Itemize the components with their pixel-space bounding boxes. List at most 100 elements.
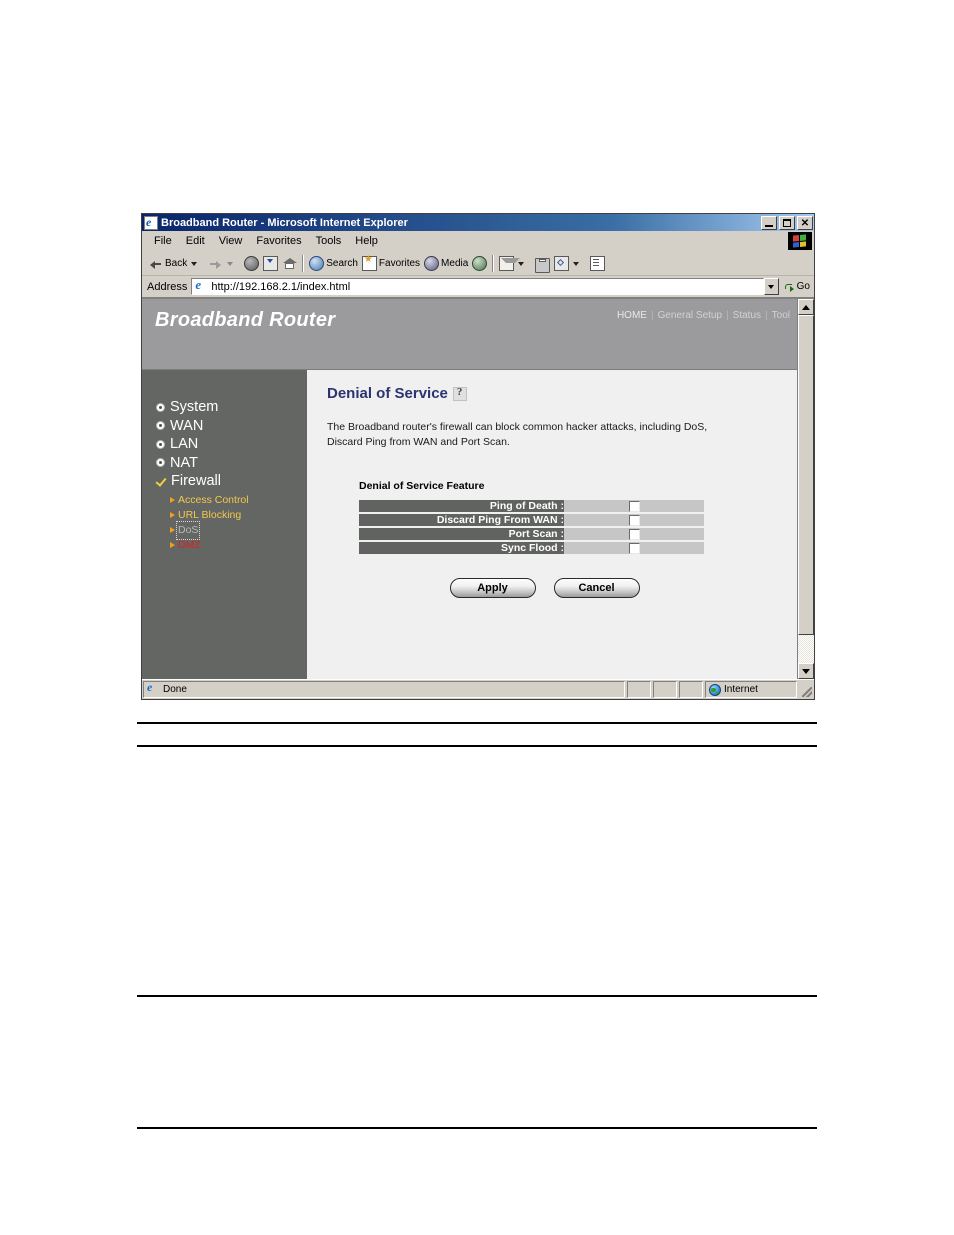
page-favicon-icon xyxy=(194,279,209,294)
checkbox-sync-flood[interactable] xyxy=(628,542,640,554)
scrollbar-thumb[interactable] xyxy=(798,315,814,636)
apply-button[interactable]: Apply xyxy=(449,578,536,598)
page-title-row: Denial of Service xyxy=(327,385,797,402)
triangle-bullet-icon xyxy=(170,542,175,548)
forward-arrow-icon xyxy=(208,256,223,271)
triangle-bullet-icon xyxy=(170,497,175,503)
media-label: Media xyxy=(441,258,469,269)
stop-button[interactable] xyxy=(242,254,261,274)
action-buttons: Apply Cancel xyxy=(327,578,797,598)
scrollbar-track[interactable] xyxy=(798,315,814,663)
router-body: System WAN LAN NAT Firewall Access Contr… xyxy=(142,370,797,679)
sidebar-subitem-dos[interactable]: DoS xyxy=(170,520,307,540)
checkbox-ping-of-death[interactable] xyxy=(628,500,640,512)
sidebar-item-wan[interactable]: WAN xyxy=(156,417,307,436)
nav-link-tool[interactable]: Tool xyxy=(772,310,790,321)
back-dropdown-caret-icon[interactable] xyxy=(189,256,204,271)
status-message-panel: Done xyxy=(143,681,625,698)
menu-item-view[interactable]: View xyxy=(212,234,250,248)
cancel-button[interactable]: Cancel xyxy=(553,578,640,598)
sidebar-subitem-url-blocking[interactable]: URL Blocking xyxy=(170,508,307,523)
status-panel-2 xyxy=(653,681,677,698)
nav-link-status[interactable]: Status xyxy=(733,310,761,321)
scroll-down-arrow-icon[interactable] xyxy=(798,663,814,679)
internet-explorer-icon xyxy=(144,215,158,230)
sidebar-subitem-access-control[interactable]: Access Control xyxy=(170,493,307,508)
history-icon xyxy=(472,256,488,271)
menu-item-help[interactable]: Help xyxy=(348,234,385,248)
go-button[interactable]: Go xyxy=(782,281,812,293)
refresh-button[interactable] xyxy=(261,254,280,274)
dos-feature-table: Ping of Death : Discard Ping From WAN : xyxy=(359,498,704,556)
security-zone-panel: Internet xyxy=(705,681,797,698)
history-button[interactable] xyxy=(470,254,489,274)
address-dropdown-button[interactable] xyxy=(763,278,779,295)
scroll-up-arrow-icon[interactable] xyxy=(798,299,814,315)
mail-button[interactable] xyxy=(497,254,533,274)
nav-link-home[interactable]: HOME xyxy=(617,310,647,321)
question-mark-icon[interactable] xyxy=(452,386,467,401)
discuss-button[interactable] xyxy=(588,254,607,274)
menu-item-favorites[interactable]: Favorites xyxy=(249,234,308,248)
section-label: Denial of Service Feature xyxy=(359,480,485,492)
window-controls: ✕ xyxy=(761,215,813,230)
check-icon xyxy=(156,476,166,486)
table-row: Discard Ping From WAN : xyxy=(359,514,704,526)
favorites-label: Favorites xyxy=(378,258,421,269)
mail-dropdown-caret-icon[interactable] xyxy=(516,256,531,271)
row-value-sync-flood xyxy=(564,542,704,554)
forward-dropdown-caret-icon[interactable] xyxy=(225,256,240,271)
refresh-icon xyxy=(263,256,279,271)
status-message: Done xyxy=(163,684,187,695)
router-top-nav: HOME | General Setup | Status | Tool xyxy=(617,310,790,321)
menu-item-edit[interactable]: Edit xyxy=(179,234,212,248)
close-button[interactable]: ✕ xyxy=(797,215,813,230)
sidebar-item-lan[interactable]: LAN xyxy=(156,435,307,454)
bullet-dot-icon xyxy=(156,458,165,468)
globe-icon xyxy=(709,683,721,696)
sidebar-item-system[interactable]: System xyxy=(156,398,307,417)
address-input[interactable]: http://192.168.2.1/index.html xyxy=(191,278,764,295)
vertical-scrollbar[interactable] xyxy=(797,299,814,679)
row-label-ping-of-death: Ping of Death : xyxy=(359,500,564,512)
print-button[interactable] xyxy=(533,254,552,274)
close-icon: ✕ xyxy=(800,217,810,229)
search-button[interactable]: Search xyxy=(307,254,360,274)
row-value-ping-of-death xyxy=(564,500,704,512)
edit-button[interactable] xyxy=(552,254,588,274)
edit-dropdown-caret-icon[interactable] xyxy=(571,256,586,271)
checkbox-port-scan[interactable] xyxy=(628,528,640,540)
menu-item-file[interactable]: File xyxy=(147,234,179,248)
checkbox-discard-ping-from-wan[interactable] xyxy=(628,514,640,526)
back-button[interactable]: Back xyxy=(146,254,206,274)
status-panel-3 xyxy=(679,681,703,698)
search-icon xyxy=(309,256,325,271)
sidebar-item-nat[interactable]: NAT xyxy=(156,454,307,473)
stop-icon xyxy=(244,256,260,271)
page-viewport: Broadband Router HOME | General Setup | … xyxy=(142,298,814,679)
row-label-discard-ping-from-wan: Discard Ping From WAN : xyxy=(359,514,564,526)
favorites-button[interactable]: Favorites xyxy=(360,254,422,274)
minimize-button[interactable] xyxy=(761,215,777,230)
browser-toolbar: Back Search Favorites Media xyxy=(142,252,814,276)
forward-button[interactable] xyxy=(206,254,242,274)
toolbar-separator xyxy=(302,255,305,272)
media-button[interactable]: Media xyxy=(422,254,470,274)
triangle-bullet-icon xyxy=(170,512,175,518)
table-row: Ping of Death : xyxy=(359,500,704,512)
table-row: Port Scan : xyxy=(359,528,704,540)
sidebar-item-firewall[interactable]: Firewall xyxy=(156,472,307,491)
window-title: Broadband Router - Microsoft Internet Ex… xyxy=(161,216,408,229)
sidebar-subitem-dmz[interactable]: DMZ xyxy=(170,538,307,553)
address-url-text: http://192.168.2.1/index.html xyxy=(211,280,351,293)
menu-item-tools[interactable]: Tools xyxy=(309,234,349,248)
resize-grip[interactable] xyxy=(799,681,813,698)
home-button[interactable] xyxy=(280,254,299,274)
toolbar-separator-2 xyxy=(492,255,495,272)
sidebar-main-menu: System WAN LAN NAT Firewall xyxy=(142,398,307,491)
nav-link-general-setup[interactable]: General Setup xyxy=(658,310,723,321)
address-bar: Address http://192.168.2.1/index.html Go xyxy=(142,276,814,298)
go-arrow-icon xyxy=(784,281,796,293)
nav-separator-3: | xyxy=(765,310,768,321)
maximize-button[interactable] xyxy=(779,215,795,230)
